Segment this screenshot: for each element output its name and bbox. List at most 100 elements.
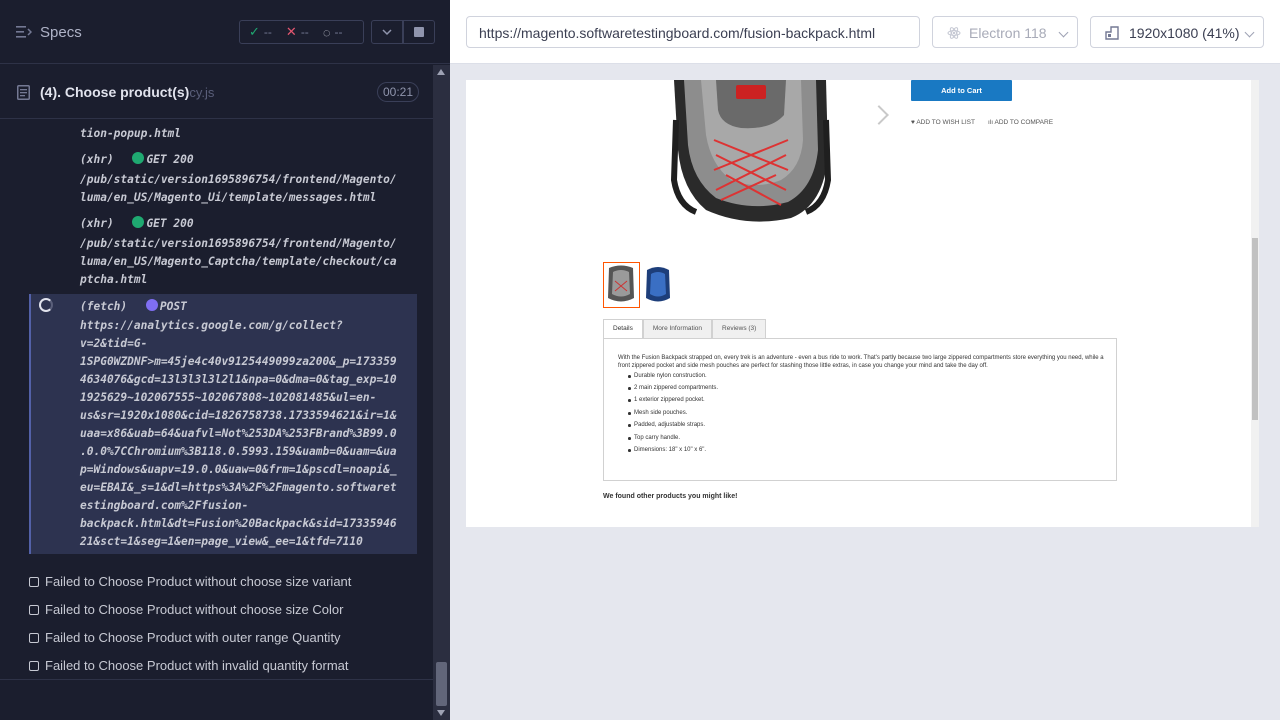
related-products-heading: We found other products you might like! — [603, 493, 738, 500]
command-method-text: POST — [159, 300, 187, 313]
command-method: GET 200 — [132, 152, 194, 166]
command-url-line: /pub/static/version1695896754/frontend/M… — [80, 237, 397, 250]
pending-count: -- — [334, 25, 343, 39]
stats-bar: ✓ -- ✕ -- ◌ -- — [239, 20, 364, 44]
command-row[interactable]: (xhr) GET 200 — [80, 151, 194, 169]
command-url-line: backpack.html&dt=Fusion%20Backpack&sid=1… — [80, 517, 397, 530]
passed-stat: ✓ -- — [249, 24, 272, 40]
chevron-down-icon — [382, 29, 392, 36]
command-log: tion-popup.html (xhr) GET 200 /pub/stati… — [0, 120, 433, 720]
ruler-icon — [1105, 26, 1119, 40]
command-url-line: /pub/static/version1695896754/frontend/M… — [80, 173, 397, 186]
loading-spinner-icon — [39, 298, 53, 312]
status-dot-icon — [132, 216, 145, 228]
product-description: With the Fusion Backpack strapped on, ev… — [618, 355, 1104, 369]
add-to-compare-link[interactable]: ılı ADD TO COMPARE — [988, 119, 1053, 126]
command-url-line: p=Windows&uapv=19.0.0&uaw=0&frm=1&pscdl=… — [80, 463, 397, 476]
details-panel: With the Fusion Backpack strapped on, ev… — [603, 338, 1117, 481]
stop-button[interactable] — [403, 20, 435, 44]
command-url-line: 1SPG0WZDNF>m=45je4c40v9125449099za200&_p… — [80, 355, 397, 368]
browser-label: Electron 118 — [969, 25, 1047, 41]
failed-stat: ✕ -- — [286, 24, 309, 40]
passed-count: -- — [263, 25, 272, 39]
suite-file-ext: cy.js — [189, 85, 215, 100]
test-item[interactable]: Failed to Choose Product with invalid qu… — [29, 658, 349, 673]
tab-reviews[interactable]: Reviews (3) — [712, 319, 767, 338]
reporter-scrollbar[interactable] — [433, 65, 450, 720]
feature-item: Mesh side pouches. — [627, 410, 688, 416]
url-bar[interactable]: https://magento.softwaretestingboard.com… — [466, 16, 920, 48]
feature-item: 1 exterior zippered pocket. — [628, 397, 705, 403]
checkmark-icon: ✓ — [249, 24, 260, 39]
thumbnail-gray[interactable] — [603, 262, 640, 308]
test-item[interactable]: Failed to Choose Product without choose … — [29, 602, 343, 617]
command-url-line: tion-popup.html — [80, 127, 182, 140]
viewport-selector[interactable]: 1920x1080 (41%) — [1090, 16, 1264, 48]
command-method-text: GET 200 — [146, 153, 194, 166]
pending-stat: ◌ -- — [323, 25, 343, 40]
product-image — [670, 80, 832, 222]
browser-selector[interactable]: Electron 118 — [932, 16, 1078, 48]
specs-button[interactable]: Specs — [40, 24, 82, 41]
test-status-icon — [29, 633, 39, 643]
feature-item: Dimensions: 18" x 10" x 6". — [627, 447, 707, 453]
suite-title: (4). Choose product(s)cy.js — [40, 84, 214, 100]
scroll-up-arrow-icon[interactable] — [437, 69, 445, 75]
aut-scrollbar-thumb[interactable] — [1252, 238, 1258, 420]
feature-item: Top carry handle. — [627, 435, 681, 441]
test-status-icon — [29, 605, 39, 615]
test-title: Failed to Choose Product without choose … — [45, 602, 344, 617]
status-dot-icon — [132, 152, 145, 164]
command-method: POST — [145, 299, 187, 313]
add-to-wish-list-link[interactable]: ♥ ADD TO WISH LIST — [911, 119, 975, 126]
command-url-line: 4634076&gcd=13l3l3l3l2l1&npa=0&dma=0&tag… — [80, 373, 397, 386]
reporter-panel: Specs ✓ -- ✕ -- ◌ -- (4). Choose product… — [0, 0, 450, 720]
test-title: Failed to Choose Product with invalid qu… — [45, 658, 349, 673]
thumbnail-blue[interactable] — [644, 264, 672, 306]
app-preview: https://magento.softwaretestingboard.com… — [450, 0, 1280, 720]
test-status-icon — [29, 577, 39, 587]
tab-more-information[interactable]: More Information — [642, 319, 713, 338]
tab-details[interactable]: Details — [603, 319, 643, 339]
chart-icon: ılı — [988, 119, 994, 126]
command-url-line: 21&sct=1&seg=1&en=page_view&_ee=1&tfd=71… — [80, 535, 363, 548]
command-kind: (xhr) — [80, 153, 114, 166]
spinner-icon: ◌ — [322, 24, 331, 40]
scrollbar-thumb[interactable] — [436, 662, 447, 706]
feature-item: 2 main zippered compartments. — [627, 385, 719, 391]
aut-iframe: Add to Cart ♥ ADD TO WISH LIST ılı ADD T… — [466, 80, 1259, 527]
command-url-line: v=2&tid=G- — [80, 337, 148, 350]
menu-lines-icon[interactable] — [16, 25, 32, 39]
command-kind: (xhr) — [80, 217, 114, 230]
product-tabs: Details More Information Reviews (3) — [603, 319, 767, 339]
failed-count: -- — [300, 25, 309, 39]
suite-name: (4). Choose product(s) — [40, 84, 190, 100]
command-url-line: luma/en_US/Magento_Ui/template/messages.… — [80, 191, 377, 204]
status-dot-icon — [145, 299, 158, 311]
command-row[interactable]: (fetch) POST — [80, 298, 187, 316]
x-icon: ✕ — [285, 24, 297, 39]
test-title: Failed to Choose Product with outer rang… — [45, 630, 341, 645]
add-to-cart-button[interactable]: Add to Cart — [911, 80, 1012, 101]
aut-scrollbar[interactable] — [1251, 80, 1259, 527]
command-row[interactable]: (xhr) GET 200 — [80, 215, 194, 233]
test-item[interactable]: Failed to Choose Product without choose … — [29, 574, 351, 589]
next-image-arrow-icon[interactable] — [869, 105, 889, 125]
toggle-auto-scroll-button[interactable] — [371, 20, 403, 44]
scroll-down-arrow-icon[interactable] — [437, 710, 445, 716]
command-url-line: uaa=x86&uab=64&uafvl=Not%253DA%253FBrand… — [80, 427, 397, 440]
feature-item: Padded, adjustable straps. — [627, 422, 706, 428]
command-url-line: luma/en_US/Magento_Captcha/template/chec… — [80, 255, 397, 268]
chevron-down-icon — [1058, 27, 1069, 38]
thumbnail-backpack-blue — [646, 267, 670, 302]
test-title: Failed to Choose Product without choose … — [45, 574, 352, 589]
command-url-line: us&sr=1920x1080&cid=1826758738.173359462… — [80, 409, 397, 422]
test-item[interactable]: Failed to Choose Product with outer rang… — [29, 630, 341, 645]
reporter-header: Specs ✓ -- ✕ -- ◌ -- — [0, 0, 450, 64]
file-icon — [17, 85, 30, 100]
compare-label: ADD TO COMPARE — [994, 119, 1054, 126]
test-status-icon — [29, 661, 39, 671]
feature-item: Durable nylon construction. — [628, 373, 707, 379]
suite-header[interactable]: (4). Choose product(s)cy.js 00:21 — [0, 65, 433, 119]
command-url-line: 1925629~102067555~102067808~102081485&ul… — [80, 391, 377, 404]
